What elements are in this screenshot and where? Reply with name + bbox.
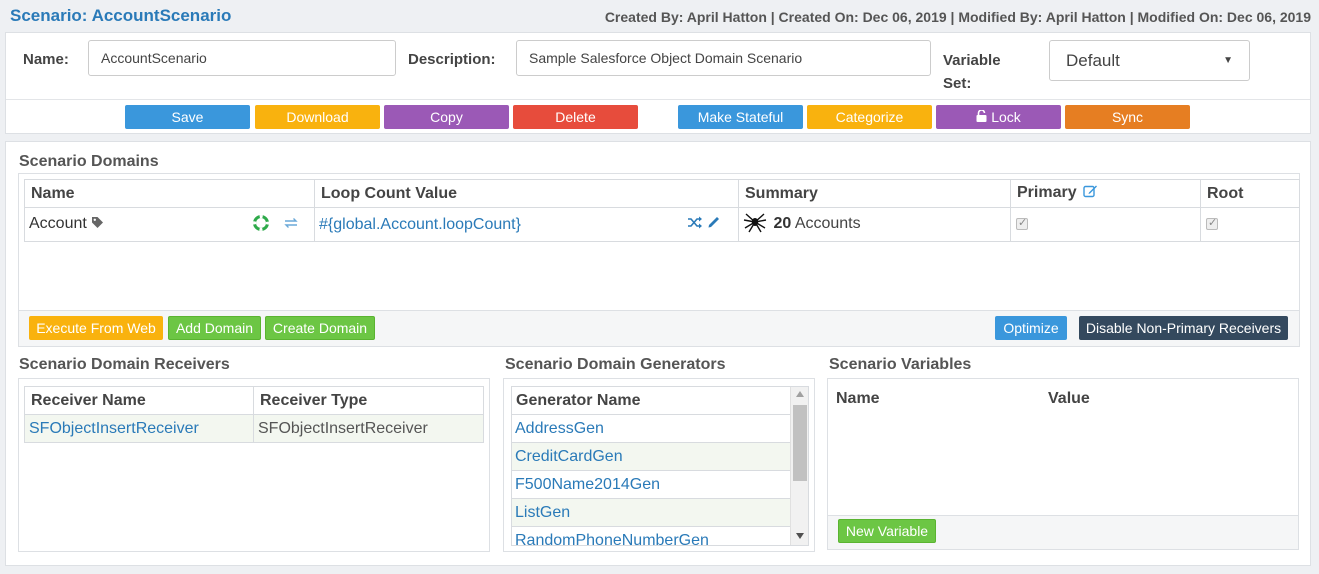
receiver-type-cell: SFObjectInsertReceiver [253, 414, 484, 443]
col-name: Name [24, 179, 315, 208]
col-variable-name: Name [836, 390, 880, 407]
new-variable-button[interactable]: New Variable [838, 519, 936, 543]
save-button[interactable]: Save [125, 105, 250, 129]
scroll-up-icon[interactable] [796, 391, 804, 397]
scrollbar-thumb[interactable] [793, 405, 807, 481]
variable-set-label: Variable Set: [943, 52, 1001, 92]
primary-checkbox[interactable] [1016, 216, 1028, 230]
primary-cell [1010, 207, 1201, 242]
domain-name-cell: Account [24, 207, 315, 242]
list-item[interactable]: RandomPhoneNumberGen [512, 527, 790, 546]
receiver-name-cell: SFObjectInsertReceiver [24, 414, 254, 443]
spider-icon [743, 211, 767, 238]
download-button[interactable]: Download [255, 105, 380, 129]
name-input[interactable]: AccountScenario [88, 40, 396, 76]
list-item[interactable]: AddressGen [512, 415, 790, 443]
description-label: Description: [408, 51, 496, 68]
col-loop-count: Loop Count Value [314, 179, 739, 208]
table-row: Account #{global.Account.loopCount} 20 A… [24, 207, 1300, 242]
list-item[interactable]: ListGen [512, 499, 790, 527]
create-domain-button[interactable]: Create Domain [265, 316, 375, 340]
make-stateful-button[interactable]: Make Stateful [678, 105, 803, 129]
shuffle-icon[interactable] [687, 216, 703, 234]
unlock-icon [976, 109, 987, 125]
col-receiver-type: Receiver Type [253, 386, 484, 415]
scenario-domains-heading: Scenario Domains [19, 153, 159, 170]
col-primary: Primary [1010, 179, 1201, 208]
list-item[interactable]: CreditCardGen [512, 443, 790, 471]
description-input[interactable]: Sample Salesforce Object Domain Scenario [516, 40, 931, 76]
page-title: Scenario: AccountScenario [10, 6, 232, 25]
add-domain-button[interactable]: Add Domain [168, 316, 261, 340]
disable-non-primary-receivers-button[interactable]: Disable Non-Primary Receivers [1079, 316, 1288, 340]
domain-name: Account [29, 215, 87, 232]
table-row: SFObjectInsertReceiver SFObjectInsertRec… [24, 414, 484, 443]
categorize-button[interactable]: Categorize [807, 105, 932, 129]
execute-from-web-button[interactable]: Execute From Web [29, 316, 163, 340]
scrollbar[interactable] [790, 387, 808, 545]
variables-heading: Scenario Variables [829, 356, 972, 373]
domains-table: Name Loop Count Value Summary Primary Ro… [24, 179, 1300, 242]
lifebuoy-icon[interactable] [253, 215, 269, 236]
generators-container: Generator Name AddressGen CreditCardGen … [503, 378, 815, 552]
lock-button[interactable]: Lock [936, 105, 1061, 129]
delete-button[interactable]: Delete [513, 105, 638, 129]
col-root: Root [1200, 179, 1300, 208]
pencil-icon[interactable] [707, 215, 721, 234]
edit-icon[interactable] [1083, 184, 1098, 203]
name-label: Name: [23, 51, 69, 68]
copy-button[interactable]: Copy [384, 105, 509, 129]
scroll-down-icon[interactable] [796, 533, 804, 539]
col-receiver-name: Receiver Name [24, 386, 254, 415]
variable-set-select[interactable]: Default ▼ [1049, 40, 1250, 81]
tag-icon [91, 216, 104, 234]
sync-button[interactable]: Sync [1065, 105, 1190, 129]
main-panel: Scenario Domains Name Loop Count Value S… [5, 141, 1311, 566]
receiver-name-link[interactable]: SFObjectInsertReceiver [29, 420, 199, 437]
optimize-button[interactable]: Optimize [995, 316, 1067, 340]
col-variable-value: Value [1048, 390, 1090, 407]
toolbar-divider [6, 99, 1310, 100]
col-summary: Summary [738, 179, 1011, 208]
receivers-table: Receiver Name Receiver Type SFObjectInse… [24, 386, 484, 443]
audit-info: Created By: April Hatton | Created On: D… [604, 9, 1311, 25]
summary-label: Accounts [794, 215, 861, 232]
generators-heading: Scenario Domain Generators [505, 356, 726, 373]
chevron-down-icon: ▼ [1223, 55, 1233, 66]
receivers-container: Receiver Name Receiver Type SFObjectInse… [18, 378, 490, 552]
root-cell [1200, 207, 1300, 242]
loop-count-link[interactable]: #{global.Account.loopCount} [319, 216, 521, 233]
summary-cell: 20 Accounts [738, 207, 1011, 242]
scenario-form-panel: Name: AccountScenario Description: Sampl… [5, 32, 1311, 134]
loop-count-cell: #{global.Account.loopCount} [314, 207, 739, 242]
repeat-icon[interactable] [283, 216, 299, 235]
list-item[interactable]: F500Name2014Gen [512, 471, 790, 499]
receivers-heading: Scenario Domain Receivers [19, 356, 230, 373]
generators-list[interactable]: Generator Name AddressGen CreditCardGen … [511, 386, 809, 546]
summary-count: 20 [773, 215, 792, 232]
root-checkbox[interactable] [1206, 216, 1218, 230]
col-generator-name: Generator Name [512, 387, 790, 415]
